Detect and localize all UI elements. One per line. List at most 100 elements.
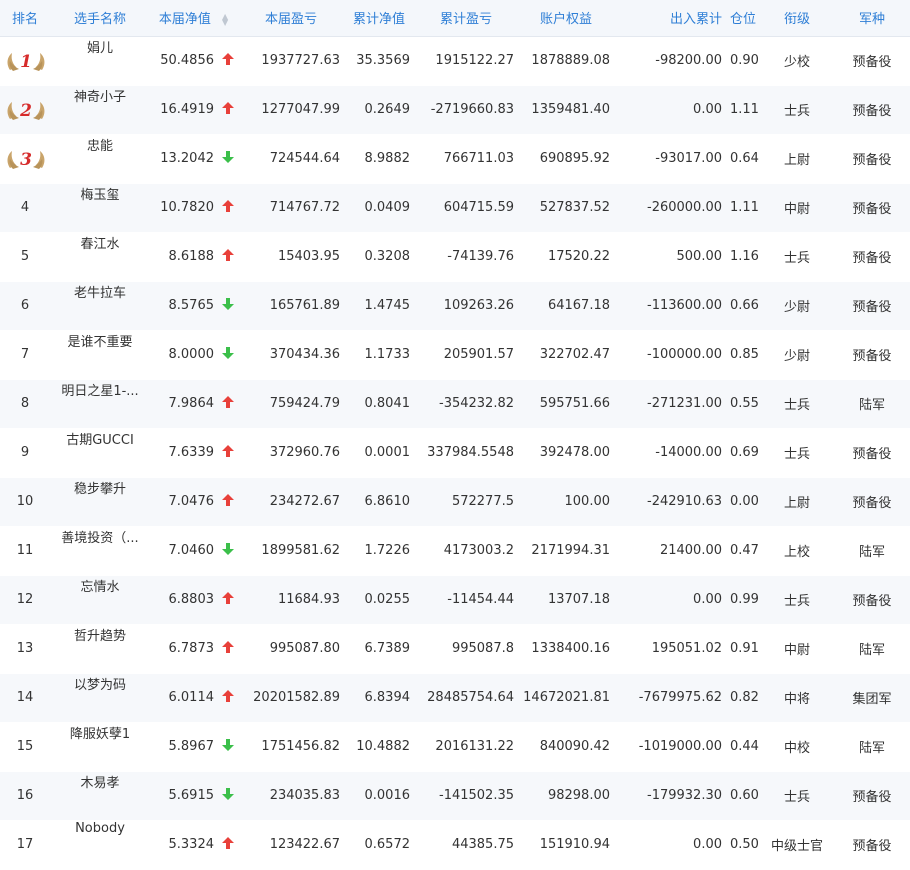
player-name-link[interactable]: 木易孝 (50, 771, 150, 820)
player-name-link[interactable]: 忠能 (50, 134, 150, 183)
cum-nav-cell: 6.7389 (364, 641, 411, 656)
equity-cell: 100.00 (564, 494, 611, 509)
table-row: 14 以梦为码 6.0114 20201582.89 6.8394 284857… (0, 673, 910, 722)
nav-value: 5.8967 (168, 739, 215, 754)
position-cell: 0.60 (730, 788, 759, 803)
player-name-link[interactable]: 善境投资（... (50, 526, 150, 575)
branch-cell: 陆军 (858, 398, 885, 413)
rank-title-cell: 中尉 (783, 202, 810, 217)
pnl-cell: 20201582.89 (253, 690, 340, 705)
trend-up-icon (222, 837, 234, 849)
player-name-link[interactable]: 神奇小子 (50, 85, 150, 134)
equity-cell: 14672021.81 (523, 690, 610, 705)
rank-title-cell: 少尉 (783, 300, 810, 315)
branch-cell: 预备役 (852, 251, 892, 266)
player-name-link[interactable]: 忘情水 (50, 575, 150, 624)
header-pnl[interactable]: 本届盈亏 (238, 0, 344, 36)
player-name-link[interactable]: 是谁不重要 (50, 330, 150, 379)
cum-pnl-cell: -74139.76 (447, 249, 514, 264)
nav-value: 16.4919 (160, 102, 214, 117)
player-name-link[interactable]: 梅玉玺 (50, 183, 150, 232)
flow-cell: -179932.30 (647, 788, 722, 803)
flow-cell: 500.00 (676, 249, 723, 264)
player-name-link[interactable]: 以梦为码 (50, 673, 150, 722)
trend-down-icon (222, 788, 234, 800)
flow-cell: -93017.00 (655, 151, 722, 166)
nav-value: 7.6339 (168, 445, 215, 460)
rank-title-cell: 上校 (783, 545, 810, 560)
player-name-link[interactable]: Nobody (50, 820, 150, 869)
trend-down-icon (222, 739, 234, 751)
player-name-link[interactable]: 春江水 (50, 232, 150, 281)
equity-cell: 392478.00 (539, 445, 610, 460)
header-nav[interactable]: 本届净值 ▲ ▼ (150, 0, 238, 36)
cum-pnl-cell: 4173003.2 (443, 543, 514, 558)
nav-cell: 7.9864 (150, 379, 238, 428)
player-name-link[interactable]: 老牛拉车 (50, 281, 150, 330)
player-name-link[interactable]: 古期GUCCI (50, 428, 150, 477)
header-flow[interactable]: 出入累计 (614, 0, 726, 36)
branch-cell: 集团军 (852, 692, 892, 707)
pnl-cell: 995087.80 (269, 641, 340, 656)
cum-pnl-cell: 1915122.27 (435, 53, 514, 68)
branch-cell: 预备役 (852, 594, 892, 609)
pnl-cell: 234035.83 (269, 788, 340, 803)
rank-number: 4 (20, 200, 30, 215)
equity-cell: 17520.22 (547, 249, 610, 264)
rank-cell: 5 (0, 232, 50, 281)
trend-down-icon (222, 298, 234, 310)
rank-title-cell: 士兵 (783, 398, 810, 413)
nav-value: 7.0460 (168, 543, 215, 558)
pnl-cell: 1937727.63 (261, 53, 340, 68)
header-branch[interactable]: 军种 (834, 0, 910, 36)
cum-nav-cell: 1.7226 (364, 543, 411, 558)
player-name-link[interactable]: 明日之星1-... (50, 379, 150, 428)
rank-number: 16 (16, 788, 34, 803)
pnl-cell: 15403.95 (277, 249, 340, 264)
nav-cell: 8.6188 (150, 232, 238, 281)
player-name-link[interactable]: 娟儿 (50, 36, 150, 85)
header-cum-pnl[interactable]: 累计盈亏 (414, 0, 518, 36)
branch-cell: 陆军 (858, 741, 885, 756)
branch-cell: 陆军 (858, 545, 885, 560)
cum-nav-cell: 0.6572 (364, 837, 411, 852)
trend-up-icon (222, 690, 234, 702)
player-name-link[interactable]: 哲升趋势 (50, 624, 150, 673)
player-name-link[interactable]: 稳步攀升 (50, 477, 150, 526)
rank-number: 14 (16, 690, 34, 705)
rank-title-cell: 中校 (783, 741, 810, 756)
sort-icon[interactable]: ▲ ▼ (221, 12, 229, 26)
header-rank-title[interactable]: 衔级 (760, 0, 834, 36)
cum-pnl-cell: 766711.03 (443, 151, 514, 166)
rank-cell: 15 (0, 722, 50, 771)
header-cum-nav[interactable]: 累计净值 (344, 0, 414, 36)
laurel-medal-icon: 3 (7, 150, 45, 170)
position-cell: 0.99 (730, 592, 759, 607)
branch-cell: 预备役 (852, 496, 892, 511)
cum-nav-cell: 0.0255 (364, 592, 411, 607)
rank-number: 15 (16, 739, 34, 754)
player-name-link[interactable]: 降服妖孽1 (50, 722, 150, 771)
ranking-table: 排名 选手名称 本届净值 ▲ ▼ 本届盈亏 累计净值 累计盈亏 账户权益 出入累计… (0, 0, 910, 870)
header-equity[interactable]: 账户权益 (518, 0, 614, 36)
trend-up-icon (222, 200, 234, 212)
header-position[interactable]: 仓位 (726, 0, 760, 36)
table-row: 6 老牛拉车 8.5765 165761.89 1.4745 109263.26… (0, 281, 910, 330)
rank-number: 5 (20, 249, 30, 264)
position-cell: 0.91 (730, 641, 759, 656)
header-rank[interactable]: 排名 (0, 0, 50, 36)
table-row: 12 忘情水 6.8803 11684.93 0.0255 -11454.44 … (0, 575, 910, 624)
flow-cell: -113600.00 (647, 298, 722, 313)
nav-cell: 6.8803 (150, 575, 238, 624)
cum-pnl-cell: 28485754.64 (427, 690, 514, 705)
rank-number: 13 (16, 641, 34, 656)
rank-cell: 7 (0, 330, 50, 379)
rank-cell: 14 (0, 673, 50, 722)
trend-up-icon (222, 53, 234, 65)
position-cell: 1.11 (730, 102, 759, 117)
rank-cell: 3 3 (0, 134, 50, 183)
trend-up-icon (222, 396, 234, 408)
trend-down-icon (222, 347, 234, 359)
header-name[interactable]: 选手名称 (50, 0, 150, 36)
cum-nav-cell: 0.2649 (364, 102, 411, 117)
